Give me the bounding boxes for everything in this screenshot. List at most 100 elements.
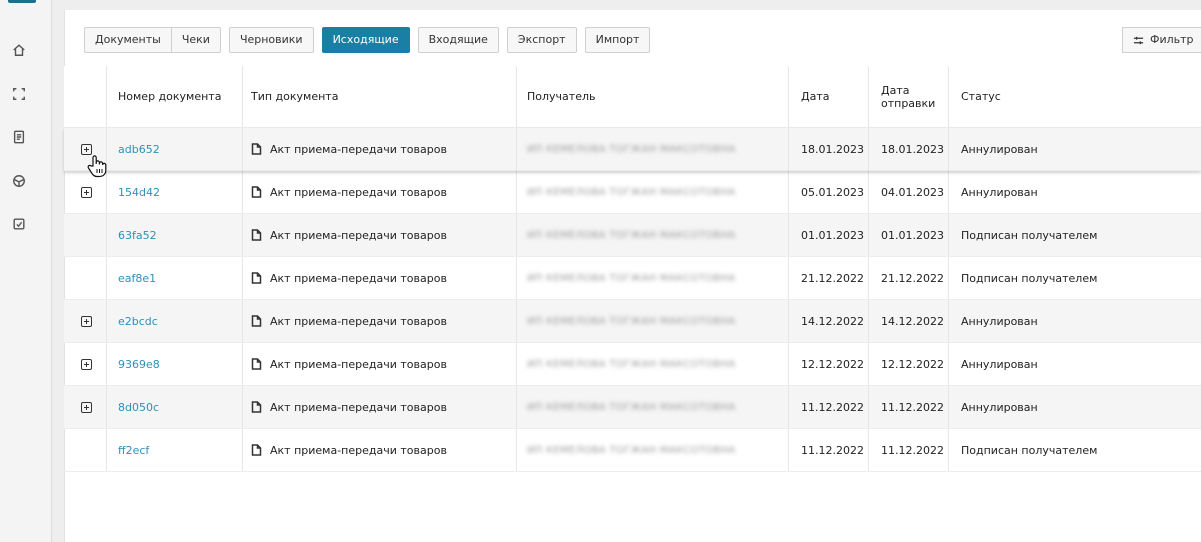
- document-type: Акт приема-передачи товаров: [270, 400, 447, 414]
- document-icon: [251, 315, 262, 327]
- column-divider: [788, 128, 789, 170]
- column-divider: [516, 429, 517, 471]
- document-type: Акт приема-передачи товаров: [270, 443, 447, 457]
- recipient-name: ИП КЕМЕЛОВА ТОГЖАН МАКСОТОВНА: [527, 401, 736, 413]
- column-divider: [948, 128, 949, 170]
- document-number-link[interactable]: 8d050c: [118, 401, 159, 414]
- column-divider: [516, 343, 517, 385]
- document-icon: [251, 272, 262, 284]
- document-type: Акт приема-передачи товаров: [270, 314, 447, 328]
- tab-bar: Документы Чеки Черновики Исходящие Входя…: [84, 27, 658, 53]
- column-divider: [516, 214, 517, 256]
- column-header-recipient[interactable]: Получатель: [527, 66, 595, 127]
- document-number-link[interactable]: 9369e8: [118, 358, 160, 371]
- sent-date: 04.01.2023: [881, 185, 944, 199]
- sent-header-line1: Дата: [881, 83, 910, 97]
- document-type-cell: Акт приема-передачи товаров: [251, 386, 447, 428]
- table-row[interactable]: ff2ecf Акт приема-передачи товаров ИП КЕМЕ…: [64, 429, 1201, 472]
- column-divider: [516, 257, 517, 299]
- expand-plus-icon[interactable]: [81, 186, 92, 198]
- column-divider: [948, 343, 949, 385]
- recipient-name: ИП КЕМЕЛОВА ТОГЖАН МАКСОТОВНА: [527, 143, 736, 155]
- column-divider: [948, 171, 949, 213]
- column-divider: [242, 128, 243, 170]
- column-header-type[interactable]: Тип документа: [251, 66, 338, 127]
- sent-header-line2: отправки: [881, 96, 936, 110]
- table-row[interactable]: 63fa52 Акт приема-передачи товаров ИП КЕМЕ…: [64, 214, 1201, 257]
- column-divider: [242, 386, 243, 428]
- column-divider: [106, 343, 107, 385]
- column-divider: [242, 343, 243, 385]
- document-number-link[interactable]: 63fa52: [118, 229, 157, 242]
- document-type: Акт приема-передачи товаров: [270, 271, 447, 285]
- status-text: Подписан получателем: [961, 271, 1098, 285]
- recipient-name: ИП КЕМЕЛОВА ТОГЖАН МАКСОТОВНА: [527, 444, 736, 456]
- column-divider: [868, 171, 869, 213]
- expand-cell: [81, 343, 92, 385]
- document-date: 21.12.2022: [801, 271, 864, 285]
- document-number-link[interactable]: ff2ecf: [118, 444, 149, 457]
- tab-export[interactable]: Экспорт: [506, 27, 577, 53]
- document-number-link[interactable]: adb652: [118, 143, 160, 156]
- column-divider: [788, 214, 789, 256]
- column-divider: [242, 214, 243, 256]
- table-row[interactable]: adb652 Акт приема-передачи товаров ИП КЕМЕ…: [64, 128, 1201, 171]
- package-icon[interactable]: [10, 172, 28, 190]
- sidebar: [0, 0, 52, 542]
- expand-plus-icon[interactable]: [81, 315, 92, 327]
- document-number-link[interactable]: 154d42: [118, 186, 160, 199]
- column-divider: [788, 300, 789, 342]
- column-header-number[interactable]: Номер документа: [118, 66, 221, 127]
- recipient-name: ИП КЕМЕЛОВА ТОГЖАН МАКСОТОВНА: [527, 272, 736, 284]
- checkbox-icon[interactable]: [10, 215, 28, 233]
- document-number-link[interactable]: eaf8e1: [118, 272, 156, 285]
- expand-plus-icon[interactable]: [81, 143, 92, 155]
- column-divider: [788, 386, 789, 428]
- status-text: Аннулирован: [961, 314, 1038, 328]
- status-text: Аннулирован: [961, 185, 1038, 199]
- recipient-name: ИП КЕМЕЛОВА ТОГЖАН МАКСОТОВНА: [527, 186, 736, 198]
- document-icon[interactable]: [10, 128, 28, 146]
- document-type: Акт приема-передачи товаров: [270, 357, 447, 371]
- document-number-link[interactable]: e2bcdc: [118, 315, 158, 328]
- sent-date: 11.12.2022: [881, 400, 944, 414]
- column-header-status[interactable]: Статус: [961, 66, 1001, 127]
- home-icon[interactable]: [10, 41, 28, 59]
- column-divider: [868, 343, 869, 385]
- column-divider: [516, 386, 517, 428]
- column-divider: [868, 214, 869, 256]
- documents-table: Номер документа Тип документа Получатель…: [64, 66, 1201, 472]
- column-header-date[interactable]: Дата: [801, 66, 829, 127]
- document-date: 18.01.2023: [801, 142, 864, 156]
- tab-receipts[interactable]: Чеки: [170, 27, 221, 53]
- status-text: Аннулирован: [961, 400, 1038, 414]
- hand-cursor-icon: [87, 155, 107, 178]
- scan-icon[interactable]: [10, 85, 28, 103]
- tab-drafts[interactable]: Черновики: [228, 27, 314, 53]
- column-divider: [242, 300, 243, 342]
- table-row[interactable]: 9369e8 Акт приема-передачи товаров ИП КЕМЕ…: [64, 343, 1201, 386]
- tab-outgoing[interactable]: Исходящие: [321, 27, 410, 53]
- expand-plus-icon[interactable]: [81, 358, 92, 370]
- status-text: Подписан получателем: [961, 443, 1098, 457]
- document-type: Акт приема-передачи товаров: [270, 228, 447, 242]
- document-date: 14.12.2022: [801, 314, 864, 328]
- column-header-sent-date[interactable]: Дата отправки: [881, 66, 935, 127]
- filter-button[interactable]: Фильтр: [1122, 27, 1201, 53]
- tab-documents[interactable]: Документы: [84, 27, 171, 53]
- column-divider: [106, 257, 107, 299]
- sent-date: 18.01.2023: [881, 142, 944, 156]
- table-row[interactable]: e2bcdc Акт приема-передачи товаров ИП КЕМЕ…: [64, 300, 1201, 343]
- column-divider: [788, 343, 789, 385]
- document-date: 12.12.2022: [801, 357, 864, 371]
- document-type-cell: Акт приема-передачи товаров: [251, 214, 447, 256]
- expand-plus-icon[interactable]: [81, 401, 92, 413]
- column-divider: [516, 300, 517, 342]
- document-date: 11.12.2022: [801, 400, 864, 414]
- table-row[interactable]: 8d050c Акт приема-передачи товаров ИП КЕМЕ…: [64, 386, 1201, 429]
- document-icon: [251, 186, 262, 198]
- tab-import[interactable]: Импорт: [584, 27, 651, 53]
- table-row[interactable]: eaf8e1 Акт приема-передачи товаров ИП КЕМЕ…: [64, 257, 1201, 300]
- tab-incoming[interactable]: Входящие: [417, 27, 499, 53]
- table-row[interactable]: 154d42 Акт приема-передачи товаров ИП КЕМЕ…: [64, 171, 1201, 214]
